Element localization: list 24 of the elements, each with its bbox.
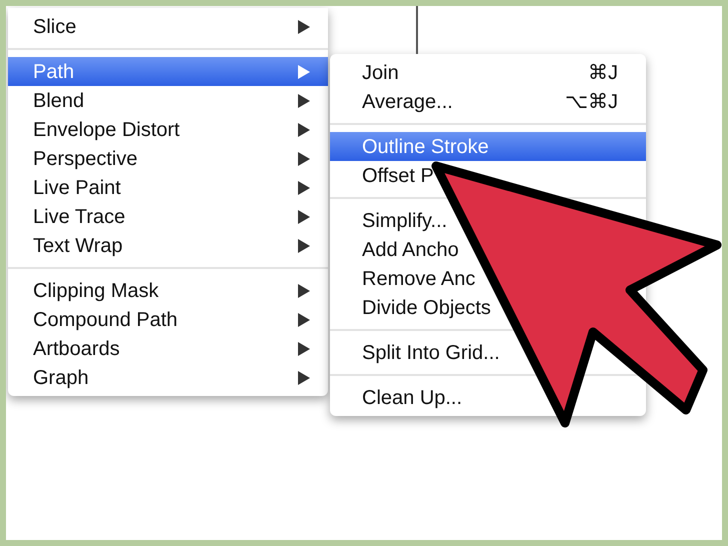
menu-item[interactable]: Outline Stroke: [330, 132, 646, 161]
menu-item[interactable]: Offset P: [362, 160, 434, 190]
menu-item[interactable]: Path: [8, 57, 328, 86]
menu-item[interactable]: Artboards: [8, 334, 328, 363]
menu-item[interactable]: Join: [362, 58, 399, 88]
menu-item[interactable]: Simplify...: [362, 206, 448, 236]
menu-item[interactable]: Add Ancho: [362, 234, 459, 264]
menu-item[interactable]: Blend: [8, 86, 328, 115]
shortcut-label: ⌘J: [588, 60, 618, 86]
menu-item[interactable]: Clipping Mask: [8, 276, 328, 305]
menu-item[interactable]: Remove Anc: [362, 264, 476, 294]
menu-item[interactable]: Average...: [362, 86, 453, 116]
menu-item[interactable]: Graph: [8, 363, 328, 392]
menu-item[interactable]: Text Wrap: [8, 231, 328, 260]
menu-item[interactable]: Perspective: [8, 144, 328, 173]
menu-item[interactable]: Divide Objects: [362, 292, 491, 322]
menu-item[interactable]: Compound Path: [8, 305, 328, 334]
menu-item[interactable]: Slice: [8, 12, 328, 41]
shortcut-label: ⌥⌘J: [565, 90, 618, 114]
menu-item[interactable]: Envelope Distort: [8, 115, 328, 144]
menu-item[interactable]: Clean Up...: [362, 382, 462, 412]
menu-item[interactable]: Live Trace: [8, 202, 328, 231]
menu-item[interactable]: Split Into Grid...: [362, 338, 500, 368]
menu-item[interactable]: Live Paint: [8, 173, 328, 202]
